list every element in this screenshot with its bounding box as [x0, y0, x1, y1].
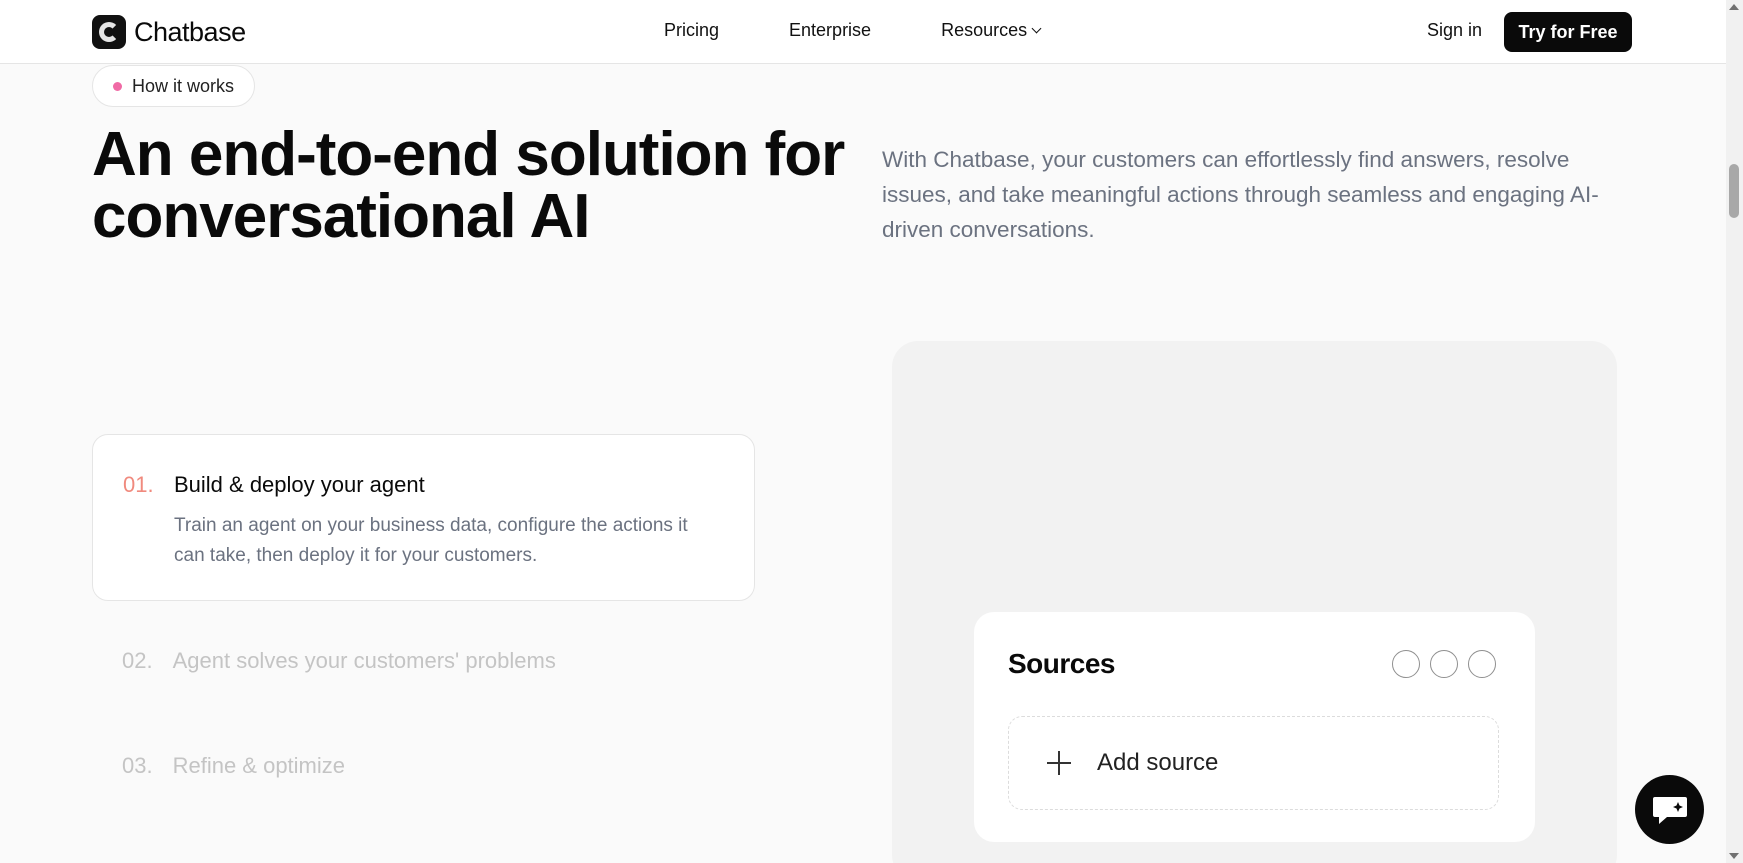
step-title: Refine & optimize: [172, 753, 346, 778]
chat-widget-button[interactable]: [1635, 775, 1704, 844]
sources-title: Sources: [1008, 648, 1116, 679]
chevron-down-icon: [1031, 23, 1042, 34]
badge-label: How it works: [132, 75, 235, 96]
window-controls: [1392, 650, 1496, 678]
sign-in-link[interactable]: Sign in: [1427, 20, 1482, 41]
step-body: Train an agent on your business data, co…: [174, 515, 688, 566]
hero-title: An end-to-end solution for conversationa…: [92, 120, 845, 251]
nav-link-resources[interactable]: Resources: [941, 20, 1042, 41]
section-badge: How it works: [92, 65, 256, 107]
scrollbar-thumb[interactable]: [1729, 164, 1739, 218]
top-nav: Chatbase Pricing Enterprise Resources Si…: [0, 0, 1726, 64]
circle-icon: [1468, 650, 1496, 678]
scrollbar-track[interactable]: [1726, 0, 1743, 863]
chatbase-logo-icon: [92, 15, 126, 49]
step-number: 02.: [122, 648, 153, 673]
nav-link-pricing[interactable]: Pricing: [664, 20, 719, 41]
nav-link-resources-label: Resources: [941, 20, 1028, 40]
sources-card: Sources Add source: [974, 612, 1535, 842]
step-number: 03.: [122, 753, 153, 778]
step-title: Build & deploy your agent: [174, 472, 425, 497]
scroll-up-arrow-icon[interactable]: [1729, 4, 1739, 10]
step-item-2[interactable]: 02. Agent solves your customers' problem…: [122, 648, 556, 674]
circle-icon: [1392, 650, 1420, 678]
step-number: 01.: [123, 472, 154, 497]
add-source-button[interactable]: Add source: [1008, 716, 1499, 810]
plus-icon: [1047, 751, 1071, 775]
brand-name: Chatbase: [134, 16, 246, 47]
hero-description: With Chatbase, your customers can effort…: [882, 147, 1599, 242]
step-card-1[interactable]: 01. Build & deploy your agent Train an a…: [92, 434, 755, 601]
scroll-down-arrow-icon[interactable]: [1729, 853, 1739, 859]
nav-links: Pricing Enterprise Resources: [664, 20, 1042, 41]
circle-icon: [1430, 650, 1458, 678]
try-for-free-button[interactable]: Try for Free: [1504, 12, 1632, 52]
chat-bubble-icon: [1652, 796, 1687, 824]
add-source-label: Add source: [1097, 749, 1219, 776]
nav-link-enterprise[interactable]: Enterprise: [789, 20, 871, 41]
brand-logo[interactable]: Chatbase: [92, 15, 246, 49]
badge-dot-icon: [113, 81, 122, 91]
step-item-3[interactable]: 03. Refine & optimize: [122, 753, 345, 779]
step-title: Agent solves your customers' problems: [172, 648, 556, 673]
